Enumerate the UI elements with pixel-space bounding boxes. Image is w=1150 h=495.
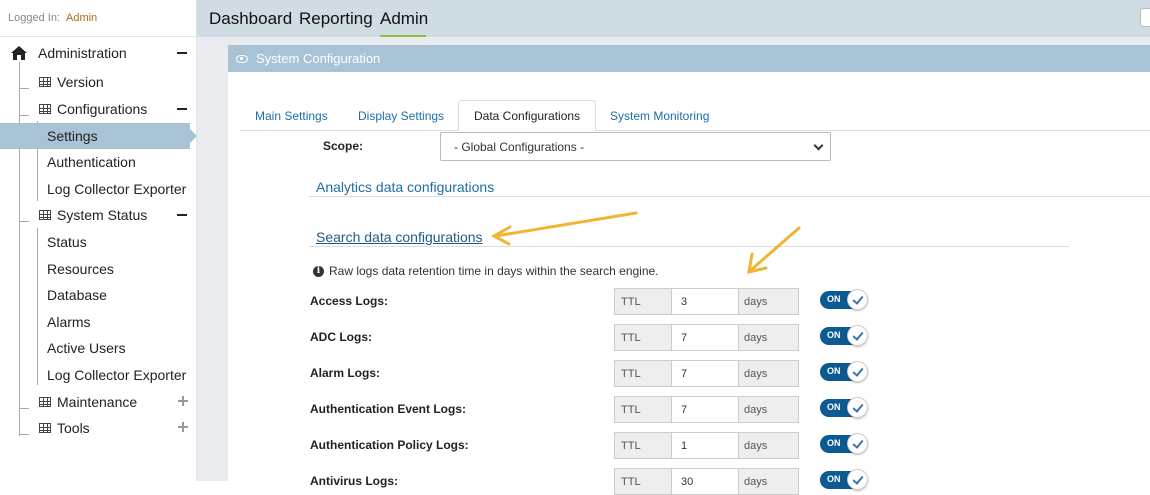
annotation-arrow — [747, 226, 801, 274]
annotation-arrow — [490, 211, 638, 246]
annotation-arrows — [490, 211, 801, 274]
